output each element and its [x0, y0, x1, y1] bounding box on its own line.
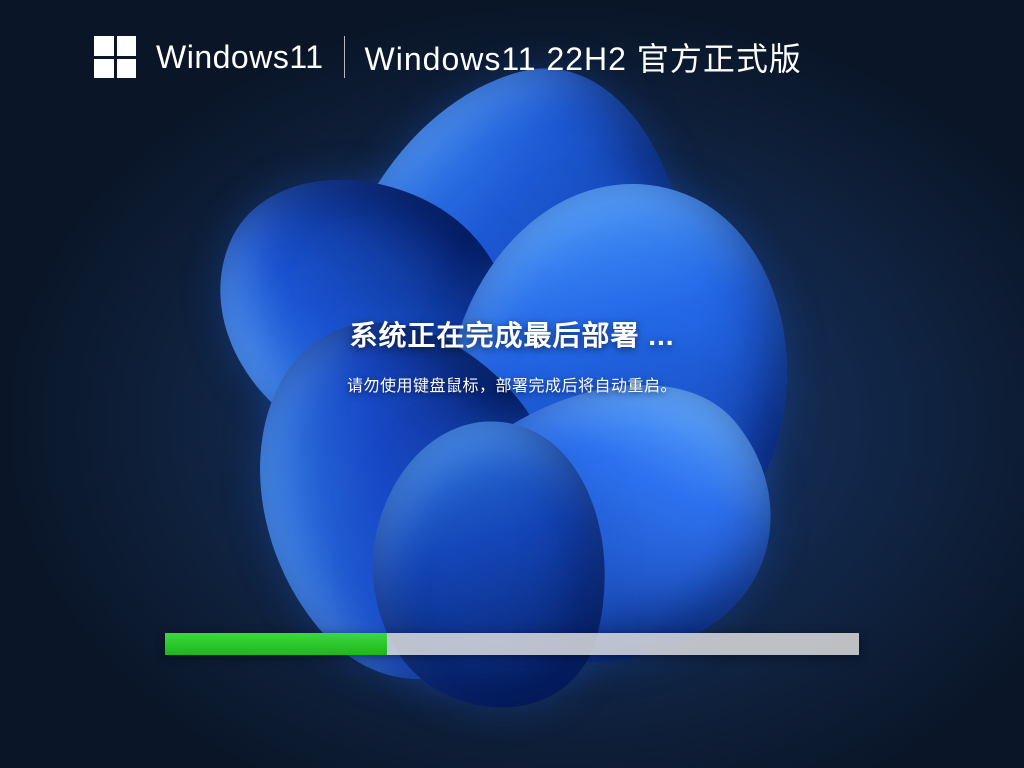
windows-logo-icon — [94, 36, 136, 78]
status-sub-text: 请勿使用键盘鼠标，部署完成后将自动重启。 — [0, 372, 1024, 396]
header-divider — [344, 36, 345, 78]
header-bar: Windows11 Windows11 22H2 官方正式版 — [94, 34, 802, 80]
progress-fill — [165, 633, 387, 655]
brand-label: Windows11 — [156, 39, 324, 76]
version-label: Windows11 22H2 官方正式版 — [365, 34, 802, 80]
status-area: 系统正在完成最后部署 ... 请勿使用键盘鼠标，部署完成后将自动重启。 — [0, 314, 1024, 396]
progress-bar — [165, 633, 859, 655]
status-main-text: 系统正在完成最后部署 ... — [0, 314, 1024, 354]
